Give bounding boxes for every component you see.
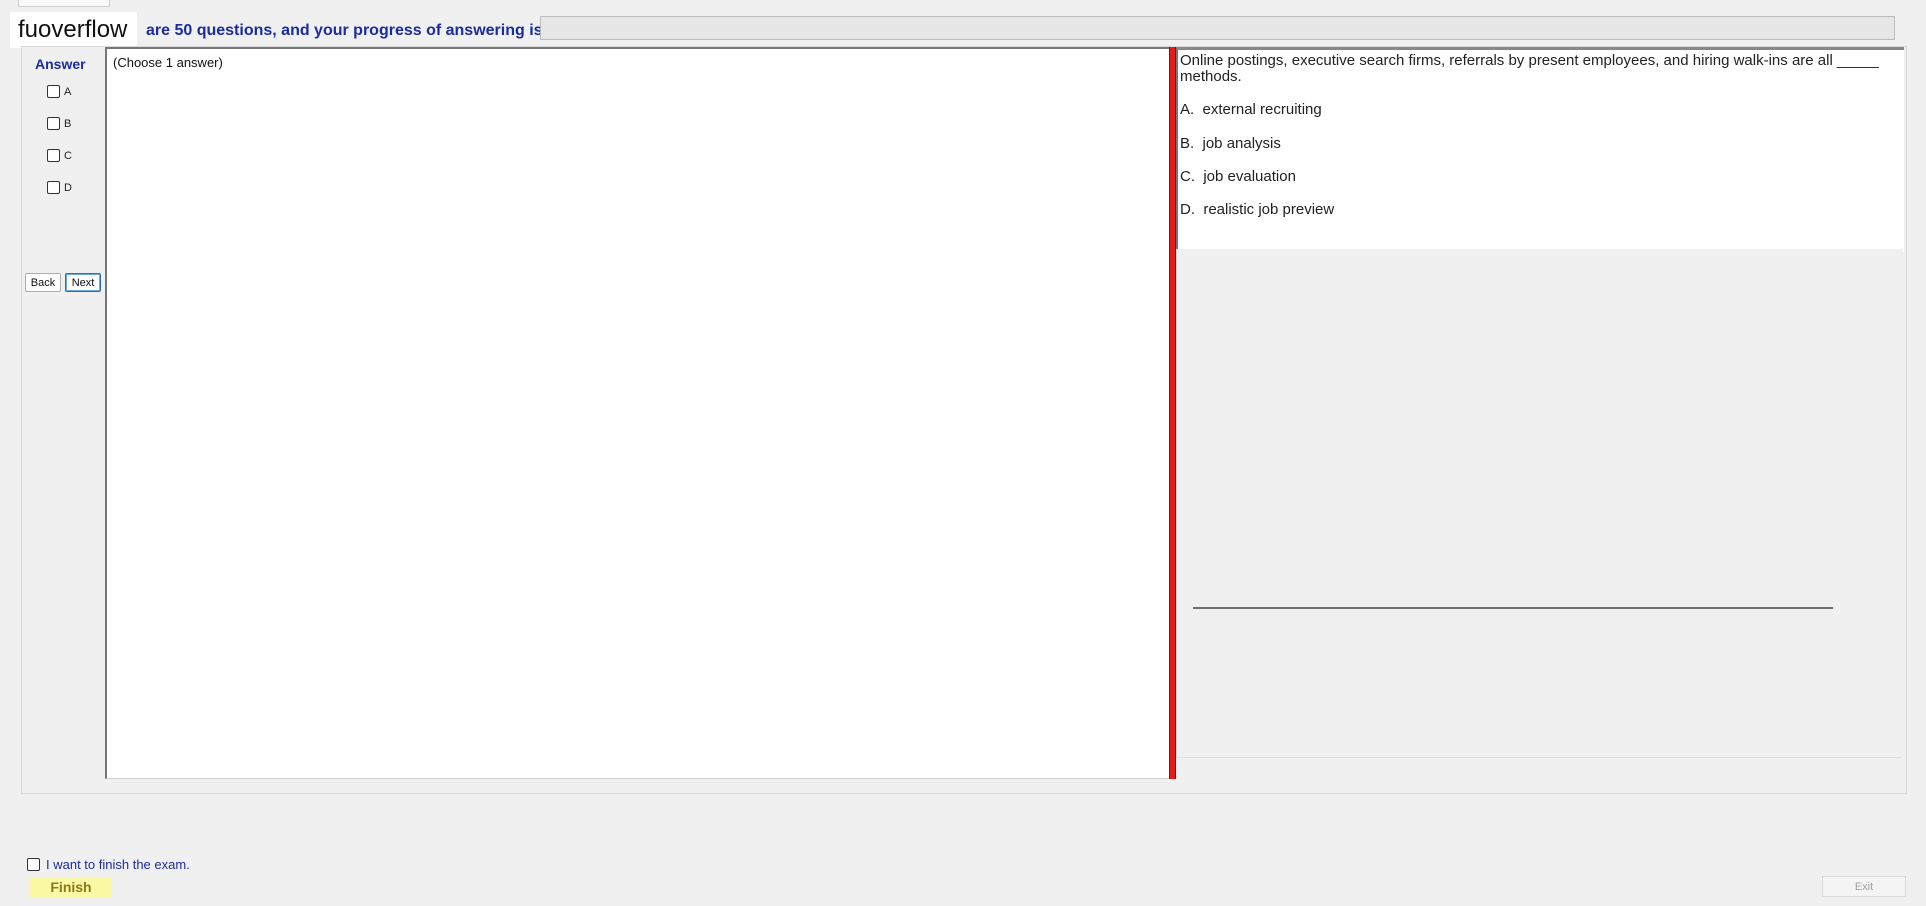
question-option-a: A. external recruiting [1180, 101, 1322, 118]
answer-label-d: D [64, 181, 72, 194]
question-option-d: D. realistic job preview [1180, 201, 1335, 218]
choose-instruction: (Choose 1 answer) [113, 55, 223, 70]
horizontal-scrollbar[interactable] [1176, 757, 1902, 776]
answer-checkbox-d[interactable] [47, 181, 60, 194]
finish-exam-option[interactable]: I want to finish the exam. [27, 857, 190, 872]
answer-label-a: A [64, 85, 72, 98]
left-content-panel: (Choose 1 answer) [105, 47, 1171, 779]
answer-checkbox-a[interactable] [47, 85, 60, 98]
next-button[interactable]: Next [65, 273, 101, 292]
answer-heading: Answer [35, 56, 86, 72]
back-button[interactable]: Back [25, 273, 61, 292]
finish-button[interactable]: Finish [30, 877, 112, 897]
answer-column: Answer A B C D Back Next [22, 47, 104, 791]
progress-label: are 50 questions, and your progress of a… [146, 22, 543, 39]
answer-option-a[interactable]: A [47, 85, 71, 98]
finish-exam-checkbox[interactable] [27, 858, 40, 871]
answer-option-c[interactable]: C [47, 149, 72, 162]
logo: fuoverflow [10, 12, 138, 48]
exit-button[interactable]: Exit [1822, 876, 1906, 897]
answer-checkbox-b[interactable] [47, 117, 60, 130]
finish-exam-label: I want to finish the exam. [46, 857, 190, 872]
question-option-b: B. job analysis [1180, 135, 1281, 152]
exam-window: fuoverflow are 50 questions, and your pr… [0, 0, 1926, 906]
exam-frame: Answer A B C D Back Next (Choose 1 answe… [21, 46, 1907, 794]
horizontal-divider [1193, 607, 1833, 609]
window-tab[interactable] [18, 0, 110, 7]
answer-checkbox-c[interactable] [47, 149, 60, 162]
question-scroll-area [1176, 249, 1903, 777]
progress-bar [540, 16, 1895, 40]
answer-option-b[interactable]: B [47, 117, 71, 130]
panel-splitter[interactable] [1169, 47, 1176, 779]
question-text: Online postings, executive search firms,… [1180, 52, 1879, 85]
answer-option-d[interactable]: D [47, 181, 72, 194]
answer-label-b: B [64, 117, 72, 130]
answer-label-c: C [64, 149, 72, 162]
question-box: Online postings, executive search firms,… [1176, 47, 1904, 252]
question-panel: Online postings, executive search firms,… [1176, 47, 1904, 777]
question-option-c: C. job evaluation [1180, 168, 1296, 185]
